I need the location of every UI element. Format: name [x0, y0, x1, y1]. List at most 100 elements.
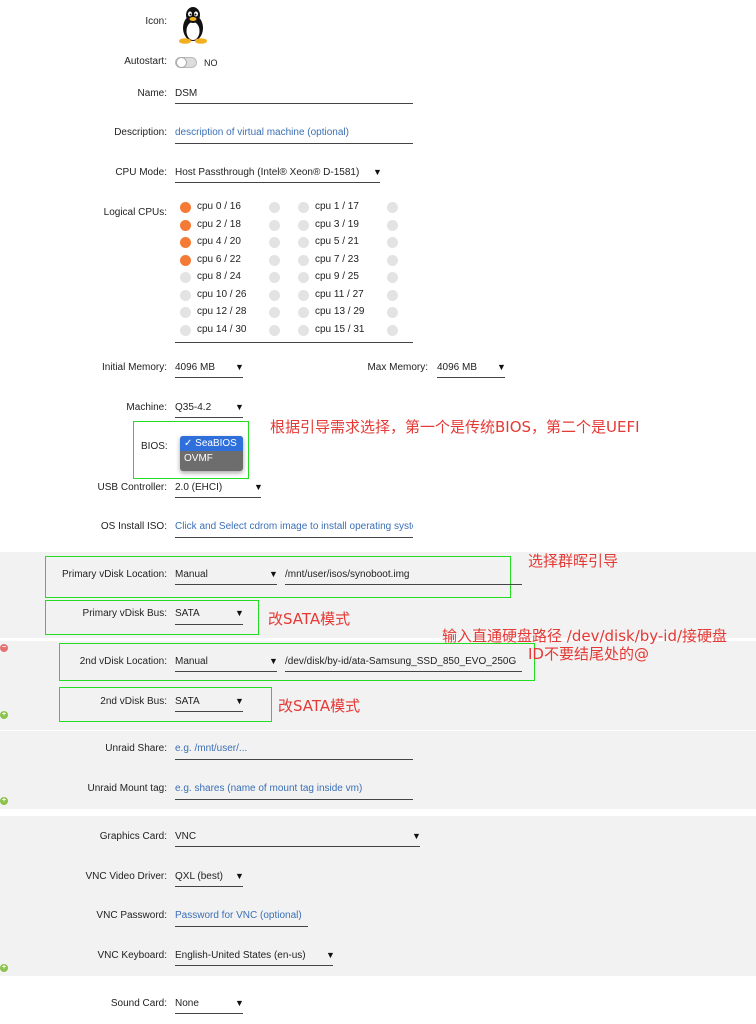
max-memory-select[interactable]: 4096 MB [437, 362, 477, 373]
graphics-card-select[interactable]: VNC [175, 831, 196, 842]
cpu-checkbox[interactable] [298, 272, 309, 283]
primary-vdisk-location-select[interactable]: Manual [175, 569, 208, 580]
second-vdisk-bus-label: 2nd vDisk Bus: [100, 696, 167, 707]
bios-option-seabios[interactable]: ✓ SeaBIOS [180, 436, 243, 451]
os-install-iso-input[interactable]: Click and Select cdrom image to install … [175, 521, 413, 532]
primary-vdisk-bus-label: Primary vDisk Bus: [82, 608, 167, 619]
logical-cpus-label: Logical CPUs: [103, 207, 167, 218]
cpu-checkbox[interactable] [180, 307, 191, 318]
cpu-mode-chevron-icon: ▼ [373, 167, 382, 177]
cpu-checkbox[interactable] [180, 289, 191, 301]
autostart-value: NO [204, 58, 218, 68]
vnc-video-driver-label: VNC Video Driver: [85, 871, 167, 882]
vnc-driver-chevron-icon: ▼ [235, 871, 244, 881]
cpu-label: cpu 1 / 17 [315, 201, 359, 212]
primary-location-annotation: 选择群晖引导 [528, 552, 619, 570]
usb-controller-label: USB Controller: [97, 482, 167, 493]
cpu-mode-select[interactable]: Host Passthrough (Intel® Xeon® D-1581) [175, 167, 375, 178]
cpu-checkbox[interactable] [298, 219, 309, 231]
linux-tux-icon[interactable] [177, 6, 209, 44]
icon-label: Icon: [145, 16, 167, 27]
add-share-icon[interactable]: + [0, 797, 8, 805]
second-bus-annotation: 改SATA模式 [278, 697, 361, 715]
second-location-annotation-line2: ID不要结尾处的@ [528, 645, 649, 663]
machine-chevron-icon: ▼ [235, 402, 244, 412]
cpu-label: cpu 6 / 22 [197, 253, 241, 265]
cpu-ht-checkbox[interactable] [269, 307, 280, 318]
cpu-ht-checkbox[interactable] [387, 219, 398, 231]
cpu-ht-checkbox[interactable] [387, 272, 398, 283]
cpu-checkbox[interactable] [180, 254, 191, 266]
cpu-checkbox[interactable] [298, 324, 309, 336]
description-input[interactable]: description of virtual machine (optional… [175, 127, 413, 138]
cpu-ht-checkbox[interactable] [269, 289, 280, 301]
cpu-label: cpu 12 / 28 [197, 306, 247, 317]
vnc-keyboard-select[interactable]: English-United States (en-us) [175, 950, 306, 961]
second-vdisk-location-select[interactable]: Manual [175, 656, 208, 667]
cpu-checkbox[interactable] [298, 307, 309, 318]
cpu-checkbox[interactable] [180, 237, 191, 248]
primary-vdisk-bus-select[interactable]: SATA [175, 608, 200, 619]
cpu-checkbox[interactable] [180, 219, 191, 231]
cpu-ht-checkbox[interactable] [387, 237, 398, 248]
cpu-ht-checkbox[interactable] [387, 254, 398, 266]
initial-memory-select[interactable]: 4096 MB [175, 362, 215, 373]
second-vdisk-location-label: 2nd vDisk Location: [79, 656, 167, 667]
cpu-ht-checkbox[interactable] [269, 272, 280, 283]
vnc-keyboard-chevron-icon: ▼ [326, 950, 335, 960]
add-disk-icon[interactable]: + [0, 711, 8, 719]
cpu-ht-checkbox[interactable] [269, 202, 280, 213]
cpu-mode-label: CPU Mode: [115, 167, 167, 178]
primary-vdisk-path-input[interactable]: /mnt/user/isos/synoboot.img [285, 569, 520, 580]
cpu-checkbox[interactable] [298, 202, 309, 213]
second-vdisk-path-input[interactable]: /dev/disk/by-id/ata-Samsung_SSD_850_EVO_… [285, 656, 520, 667]
cpu-ht-checkbox[interactable] [269, 324, 280, 336]
cpu-ht-checkbox[interactable] [387, 324, 398, 336]
usb-controller-select[interactable]: 2.0 (EHCI) [175, 482, 222, 493]
add-graphics-icon[interactable]: + [0, 964, 8, 972]
cpu-checkbox[interactable] [180, 202, 191, 213]
unraid-share-input[interactable]: e.g. /mnt/user/... [175, 743, 413, 754]
second-vdisk-bus-select[interactable]: SATA [175, 696, 200, 707]
bios-option-ovmf[interactable]: OVMF [180, 451, 243, 466]
bios-label: BIOS: [141, 441, 168, 452]
machine-label: Machine: [126, 402, 167, 413]
cpu-label: cpu 13 / 29 [315, 306, 365, 317]
vnc-video-driver-select[interactable]: QXL (best) [175, 871, 223, 882]
sound-card-label: Sound Card: [110, 998, 167, 1009]
cpu-ht-checkbox[interactable] [269, 237, 280, 248]
max-memory-chevron-icon: ▼ [497, 362, 506, 372]
cpu-checkbox[interactable] [298, 289, 309, 301]
second-location-chevron-icon: ▼ [269, 656, 278, 666]
bios-dropdown[interactable]: ✓ SeaBIOS OVMF [180, 436, 243, 471]
cpu-ht-checkbox[interactable] [387, 202, 398, 213]
cpu-label: cpu 8 / 24 [197, 271, 241, 282]
bios-annotation: 根据引导需求选择，第一个是传统BIOS，第二个是UEFI [270, 418, 640, 436]
cpu-checkbox[interactable] [180, 324, 191, 336]
cpu-ht-checkbox[interactable] [387, 307, 398, 318]
initial-memory-label: Initial Memory: [101, 362, 167, 373]
description-label: Description: [114, 127, 167, 138]
sound-card-select[interactable]: None [175, 998, 199, 1009]
cpu-label: cpu 7 / 23 [315, 253, 359, 265]
usb-controller-chevron-icon: ▼ [254, 482, 263, 492]
cpu-checkbox[interactable] [180, 272, 191, 283]
unraid-mount-tag-input[interactable]: e.g. shares (name of mount tag inside vm… [175, 783, 413, 794]
unraid-share-label: Unraid Share: [105, 743, 167, 754]
cpu-label: cpu 4 / 20 [197, 236, 241, 247]
cpu-ht-checkbox[interactable] [387, 289, 398, 301]
autostart-toggle[interactable] [175, 57, 197, 68]
name-label: Name: [137, 88, 167, 99]
vnc-password-input[interactable]: Password for VNC (optional) [175, 910, 315, 921]
cpu-ht-checkbox[interactable] [269, 219, 280, 231]
cpu-label: cpu 11 / 27 [315, 288, 364, 300]
remove-disk-icon[interactable]: − [0, 644, 8, 652]
machine-select[interactable]: Q35-4.2 [175, 402, 211, 413]
unraid-mount-tag-label: Unraid Mount tag: [87, 783, 168, 794]
primary-bus-annotation: 改SATA模式 [268, 610, 351, 628]
cpu-checkbox[interactable] [298, 237, 309, 248]
cpu-label: cpu 14 / 30 [197, 323, 247, 335]
name-input[interactable]: DSM [175, 88, 413, 99]
cpu-checkbox[interactable] [298, 254, 309, 266]
cpu-ht-checkbox[interactable] [269, 254, 280, 266]
